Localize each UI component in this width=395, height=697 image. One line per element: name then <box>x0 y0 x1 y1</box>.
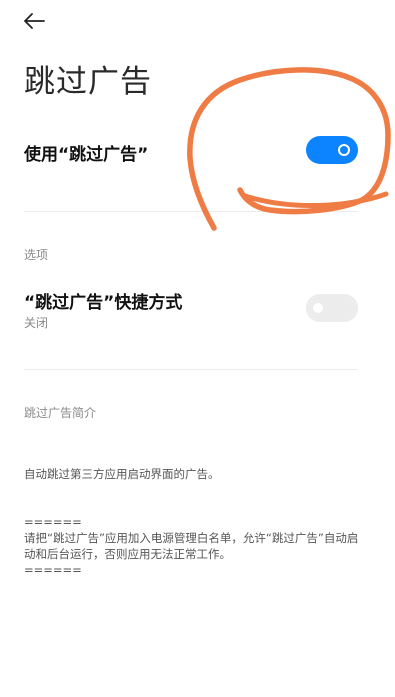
hand-drawn-annotation-icon <box>187 67 391 231</box>
use-skip-ads-toggle[interactable] <box>306 136 358 164</box>
separator-bottom: ====== <box>24 563 82 577</box>
shortcut-row[interactable]: “跳过广告”快捷方式 关闭 <box>24 288 358 334</box>
intro-description: 自动跳过第三方应用启动界面的广告。 <box>24 467 220 481</box>
page-title: 跳过广告 <box>24 64 152 100</box>
divider <box>24 369 358 370</box>
separator-top: ====== <box>24 515 82 529</box>
whitelist-instruction: 请把“跳过广告”应用加入电源管理白名单，允许“跳过广告”自动启动和后台运行，否则… <box>24 531 359 561</box>
back-button[interactable] <box>18 8 50 34</box>
shortcut-status: 关闭 <box>24 316 49 330</box>
use-skip-ads-label: 使用“跳过广告” <box>24 145 149 165</box>
use-skip-ads-row[interactable]: 使用“跳过广告” <box>24 136 358 168</box>
intro-section-label: 跳过广告简介 <box>24 406 97 420</box>
shortcut-label: “跳过广告”快捷方式 <box>24 293 183 313</box>
options-section-label: 选项 <box>24 248 49 262</box>
divider <box>24 211 358 212</box>
toggle-knob <box>338 143 350 156</box>
arrow-left-icon <box>24 13 45 29</box>
shortcut-toggle[interactable] <box>306 294 358 322</box>
toggle-knob <box>313 303 323 313</box>
